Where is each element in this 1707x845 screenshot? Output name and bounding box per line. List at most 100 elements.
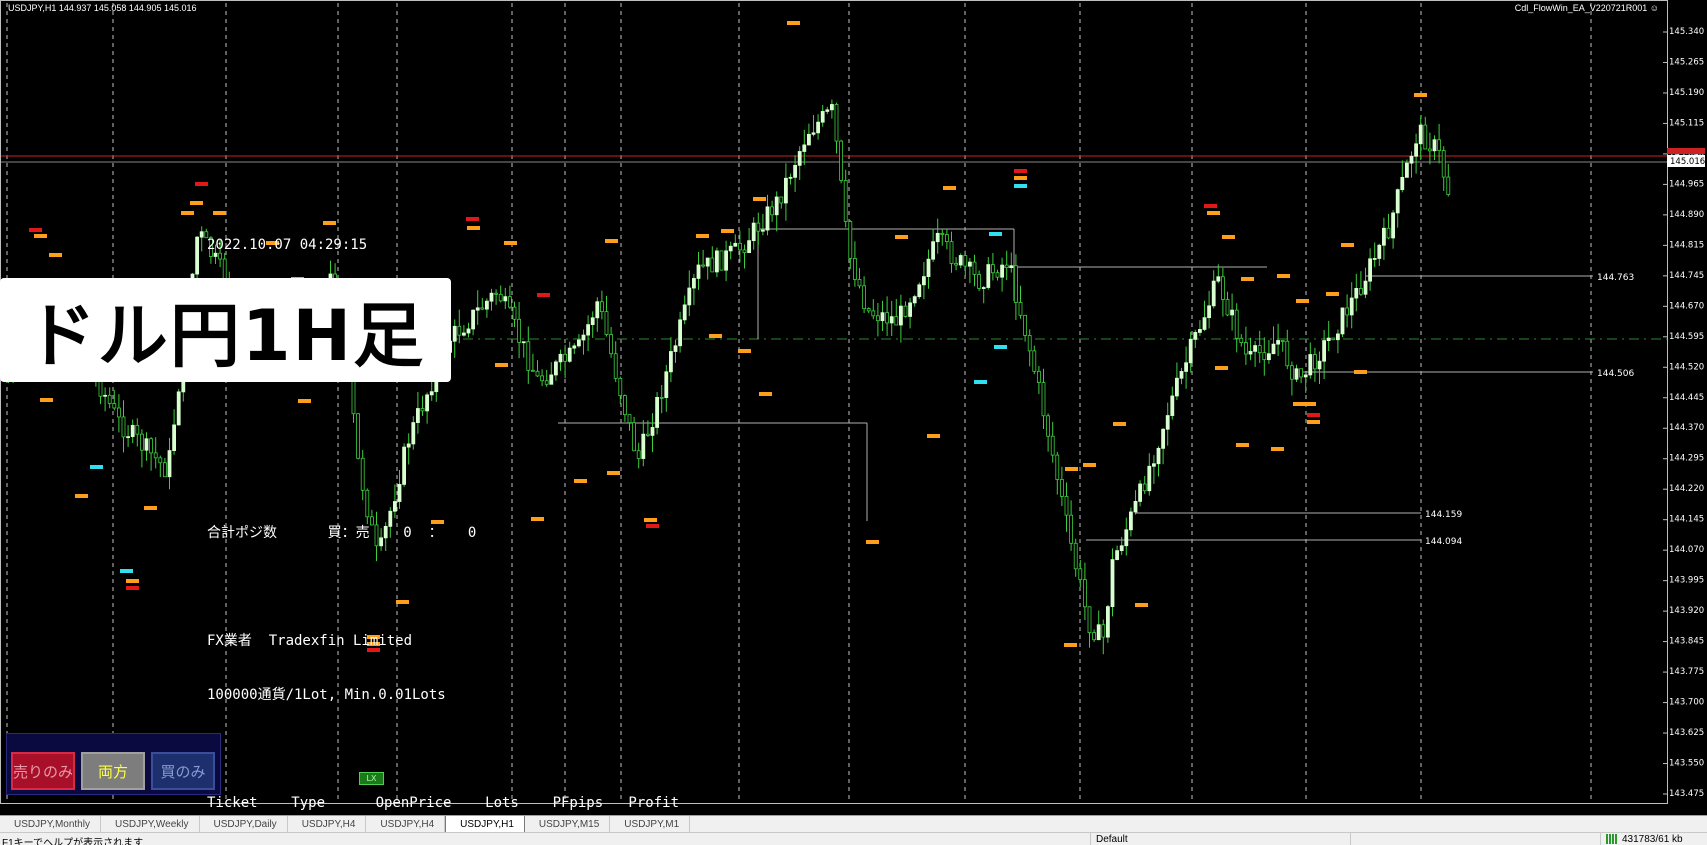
signal-marker [895, 235, 908, 239]
candle-bear [1014, 265, 1018, 303]
candle-bear [121, 416, 126, 438]
candle-bull [1414, 143, 1418, 157]
signal-marker [753, 197, 766, 201]
candle-bear [862, 285, 866, 310]
signal-marker-red [1204, 204, 1217, 208]
candle-bull [747, 240, 751, 254]
signal-marker [759, 392, 772, 396]
chart-tab[interactable]: USDJPY,H4 [366, 816, 446, 833]
candle-bear [1083, 579, 1087, 608]
price-axis-label: 143.475 [1669, 789, 1704, 799]
chart-tab[interactable]: USDJPY,M1 [610, 816, 691, 833]
current-price-label: 145.016 [1670, 157, 1705, 167]
level-label: 144.094 [1425, 537, 1462, 547]
signal-marker [1271, 447, 1284, 451]
candle-bull [774, 196, 779, 216]
panel-broker: FX業者 Tradexfin Limited [207, 633, 413, 649]
candle-bear [972, 261, 977, 275]
candle-bull [935, 232, 940, 243]
candle-bull [958, 255, 963, 266]
signal-marker [1222, 235, 1235, 239]
candle-bull [1308, 354, 1313, 376]
signal-marker [1207, 211, 1220, 215]
candle-bear [1069, 514, 1073, 544]
price-axis: 145.340145.265145.190145.115145.040144.9… [1667, 27, 1705, 799]
candle-bull [1179, 371, 1184, 379]
chart-tab[interactable]: USDJPY,Weekly [101, 816, 200, 833]
candle-bull [1175, 377, 1179, 397]
candle-bull [172, 424, 177, 451]
candle-bear [1064, 496, 1069, 516]
signal-marker [866, 540, 879, 544]
signal-marker-cyan [1014, 184, 1027, 188]
chart-tab[interactable]: USDJPY,Daily [200, 816, 288, 833]
price-axis-label: 143.700 [1669, 698, 1704, 708]
price-axis-label: 143.550 [1669, 759, 1704, 769]
signal-marker [126, 579, 139, 583]
candle-bull [1271, 343, 1276, 355]
candle-bull [1009, 265, 1014, 268]
signal-marker-red [195, 182, 208, 186]
candle-bear [1225, 299, 1230, 316]
signal-marker [927, 434, 940, 438]
buy-only-button[interactable]: 買のみ [151, 752, 215, 790]
candle-bull [981, 287, 986, 289]
price-axis-label: 144.370 [1669, 423, 1704, 433]
signal-marker [1215, 366, 1228, 370]
candle-bull [1165, 415, 1170, 430]
candle-bull [765, 206, 770, 231]
price-axis-label: 143.775 [1669, 667, 1704, 677]
candle-bear [1280, 340, 1285, 342]
status-help-text: F1キーでヘルプが表示されます [2, 838, 144, 845]
candle-bear [991, 264, 995, 274]
candle-bear [1428, 148, 1432, 152]
symbol-ohlc-header: USDJPY,H1 144.937 145.058 144.905 145.01… [8, 3, 197, 13]
chart-tab[interactable]: USDJPY,H1 [445, 816, 525, 833]
signal-marker [190, 201, 203, 205]
sell-only-button[interactable]: 売りのみ [11, 752, 75, 790]
candle-bear [839, 140, 843, 181]
candle-bull [705, 257, 710, 267]
chart-tab[interactable]: USDJPY,H4 [288, 816, 367, 833]
candle-bull [761, 229, 765, 232]
candle-bear [149, 438, 154, 454]
both-directions-button[interactable]: 両方 [81, 752, 145, 790]
candle-bear [1101, 624, 1106, 638]
signal-marker [1083, 463, 1096, 467]
chart-tab[interactable]: USDJPY,Monthly [0, 816, 101, 833]
candle-bull [144, 438, 149, 451]
mode-button-panel: 売りのみ 両方 買のみ [6, 733, 221, 795]
candle-bull [1340, 307, 1345, 335]
candle-bull [968, 261, 972, 267]
signal-marker [1341, 243, 1354, 247]
signal-marker-red [1307, 413, 1320, 417]
chart-tab[interactable]: USDJPY,M15 [525, 816, 611, 833]
candle-bull [1326, 337, 1331, 342]
candle-bull [784, 177, 788, 204]
signal-marker [1065, 467, 1078, 471]
candle-bull [199, 231, 204, 238]
signal-marker [943, 186, 956, 190]
candle-bull [1096, 624, 1101, 641]
candle-bull [1152, 463, 1156, 467]
signal-marker-red [1014, 169, 1027, 173]
candle-bear [710, 257, 715, 273]
candle-bear [701, 264, 705, 267]
candle-bull [1267, 353, 1271, 361]
candle-bear [1313, 354, 1317, 370]
candle-bear [995, 272, 1000, 278]
candle-bull [1317, 360, 1322, 370]
candle-bear [158, 457, 163, 464]
candle-bull [1303, 374, 1308, 378]
candle-bull [788, 176, 793, 179]
candle-bear [1441, 150, 1446, 178]
candle-bear [945, 234, 949, 243]
candle-bear [1285, 340, 1290, 367]
signal-marker [709, 334, 722, 338]
overlay-title-card: ドル円1H足 [0, 278, 451, 382]
candle-bull [1193, 332, 1198, 340]
candle-bull [1198, 329, 1202, 333]
signal-marker [1326, 292, 1339, 296]
candle-bear [1055, 454, 1060, 480]
candle-bull [1294, 368, 1299, 380]
